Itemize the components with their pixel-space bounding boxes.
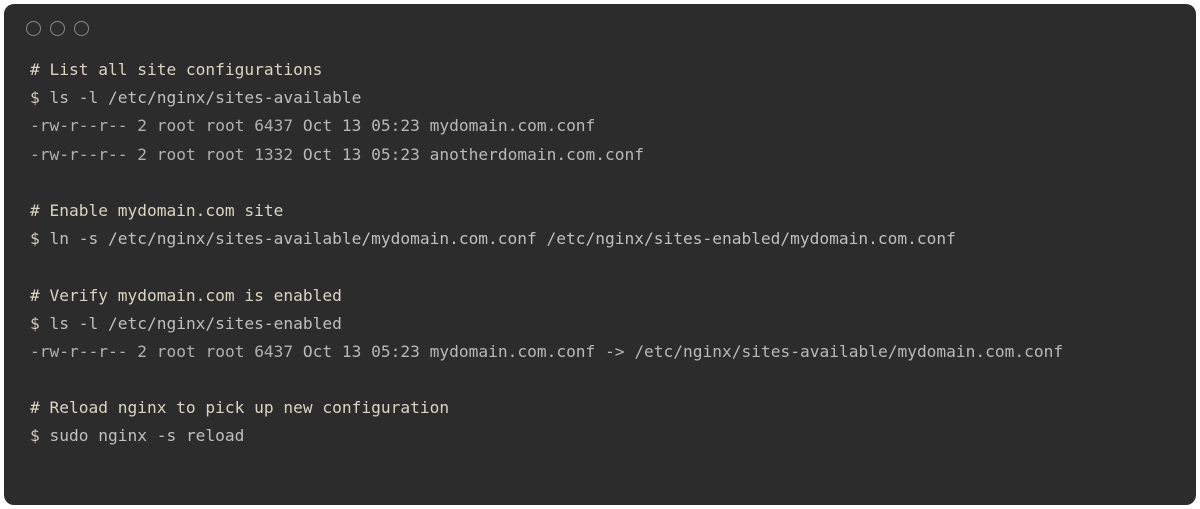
comment-enable-site: # Enable mydomain.com site bbox=[30, 201, 283, 220]
ls-enabled-filename: mydomain.com.conf bbox=[430, 342, 596, 361]
terminal-output: # List all site configurations $ ls -l /… bbox=[4, 36, 1196, 477]
ls-row-group: root bbox=[205, 145, 244, 164]
symlink-target: /etc/nginx/sites-available/mydomain.com.… bbox=[634, 342, 1063, 361]
ls-row-links: 2 bbox=[137, 145, 147, 164]
command-ls-available: ls -l /etc/nginx/sites-available bbox=[50, 88, 362, 107]
window-dot-minimize[interactable] bbox=[50, 21, 65, 36]
ls-row-links: 2 bbox=[137, 116, 147, 135]
window-dot-maximize[interactable] bbox=[74, 21, 89, 36]
ls-row-date: Oct 13 05:23 bbox=[303, 116, 420, 135]
ls-row-filename: mydomain.com.conf bbox=[430, 116, 596, 135]
comment-verify: # Verify mydomain.com is enabled bbox=[30, 286, 342, 305]
command-reload: sudo nginx -s reload bbox=[50, 426, 245, 445]
comment-list-available: # List all site configurations bbox=[30, 60, 322, 79]
ls-row-perm: -rw-r--r-- bbox=[30, 145, 127, 164]
prompt-2: $ bbox=[30, 229, 40, 248]
ls-row-owner: root bbox=[157, 116, 196, 135]
prompt-1: $ bbox=[30, 88, 40, 107]
window-dot-close[interactable] bbox=[26, 21, 41, 36]
comment-reload: # Reload nginx to pick up new configurat… bbox=[30, 398, 449, 417]
ls-enabled-links: 2 bbox=[137, 342, 147, 361]
ls-row-size: 6437 bbox=[254, 116, 293, 135]
command-ls-enabled: ls -l /etc/nginx/sites-enabled bbox=[50, 314, 342, 333]
ls-enabled-group: root bbox=[205, 342, 244, 361]
ls-enabled-date: Oct 13 05:23 bbox=[303, 342, 420, 361]
command-ln: ln -s /etc/nginx/sites-available/mydomai… bbox=[50, 229, 956, 248]
ls-enabled-perm: -rw-r--r-- bbox=[30, 342, 127, 361]
symlink-arrow: -> bbox=[605, 342, 625, 361]
ls-row-perm: -rw-r--r-- bbox=[30, 116, 127, 135]
ls-enabled-size: 6437 bbox=[254, 342, 293, 361]
ls-row-filename: anotherdomain.com.conf bbox=[430, 145, 644, 164]
ls-row-size: 1332 bbox=[254, 145, 293, 164]
ls-row-owner: root bbox=[157, 145, 196, 164]
terminal-window: # List all site configurations $ ls -l /… bbox=[4, 4, 1196, 505]
ls-row-group: root bbox=[205, 116, 244, 135]
ls-enabled-owner: root bbox=[157, 342, 196, 361]
prompt-3: $ bbox=[30, 314, 40, 333]
prompt-4: $ bbox=[30, 426, 40, 445]
ls-row-date: Oct 13 05:23 bbox=[303, 145, 420, 164]
window-controls bbox=[4, 4, 1196, 36]
